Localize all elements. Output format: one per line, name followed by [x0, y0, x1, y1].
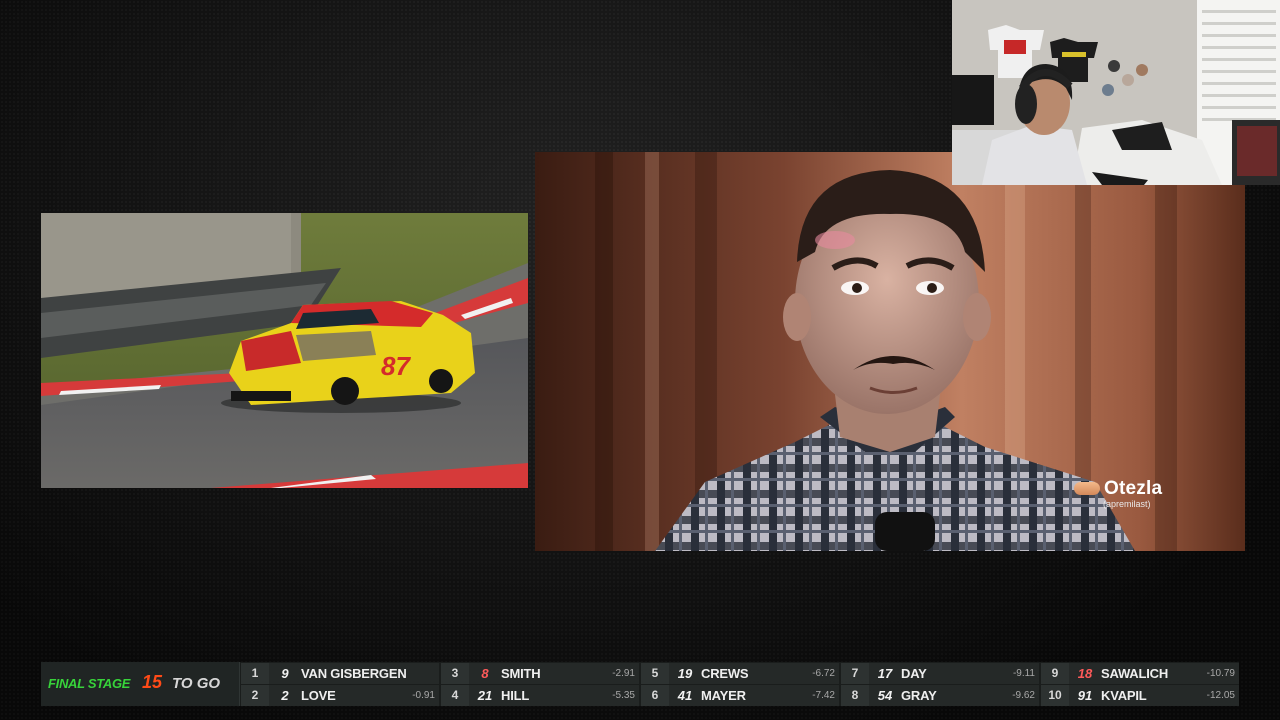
standings-row: 6 41 MAYER -7.42 — [641, 685, 839, 706]
interval: -7.42 — [812, 690, 835, 701]
interval: -9.62 — [1012, 690, 1035, 701]
position: 5 — [641, 663, 669, 684]
standings-row: 8 54 GRAY -9.62 — [841, 685, 1039, 706]
ad-brand: Otezla — [1104, 478, 1163, 499]
position: 1 — [241, 663, 269, 684]
stage-label: FINAL STAGE — [48, 676, 131, 691]
standings-column: 7 17 DAY -9.11 8 54 GRAY -9.62 — [841, 662, 1039, 706]
ad-brand-subtitle: (apremilast) — [1103, 499, 1151, 509]
interval: -2.91 — [612, 668, 635, 679]
interval: -9.11 — [1012, 668, 1035, 679]
position: 6 — [641, 685, 669, 706]
interval: -0.91 — [412, 690, 435, 701]
driver-name: VAN GISBERGEN — [301, 666, 407, 681]
position: 8 — [841, 685, 869, 706]
leaderboard-ticker: FINAL STAGE 15 TO GO 1 9 VAN GISBERGEN 2… — [41, 662, 1239, 706]
position: 7 — [841, 663, 869, 684]
otezla-logo: Otezla — [1074, 479, 1162, 498]
car-number: 21 — [477, 688, 493, 703]
position: 10 — [1041, 685, 1069, 706]
driver-name: DAY — [901, 666, 927, 681]
interval: -12.05 — [1206, 690, 1235, 701]
position: 3 — [441, 663, 469, 684]
position: 9 — [1041, 663, 1069, 684]
car-number: 17 — [877, 666, 893, 681]
car-number: 9 — [281, 666, 289, 681]
webcam-overlay — [952, 0, 1280, 185]
standings-row: 1 9 VAN GISBERGEN — [241, 663, 439, 684]
position: 2 — [241, 685, 269, 706]
car-number: 2 — [281, 688, 289, 703]
driver-name: HILL — [501, 688, 530, 703]
driver-name: MAYER — [701, 688, 746, 703]
standings-column: 3 8 SMITH -2.91 4 21 HILL -5.35 — [441, 662, 639, 706]
car-number: 19 — [677, 666, 693, 681]
pill-icon — [1074, 482, 1100, 495]
driver-name: LOVE — [301, 688, 336, 703]
standings-row: 7 17 DAY -9.11 — [841, 663, 1039, 684]
laps-to-go-count: 15 — [142, 672, 163, 692]
webcam-scene — [952, 0, 1280, 185]
driver-name: SMITH — [501, 666, 541, 681]
race-scene: 87 — [41, 213, 528, 488]
driver-name: GRAY — [901, 688, 937, 703]
car-number: 8 — [481, 666, 489, 681]
stage-panel: FINAL STAGE 15 TO GO — [41, 662, 240, 706]
standings-row: 4 21 HILL -5.35 — [441, 685, 639, 706]
car-number: 41 — [677, 688, 693, 703]
driver-name: KVAPIL — [1101, 688, 1147, 703]
race-car-number: 87 — [381, 351, 411, 381]
standings-column: 1 9 VAN GISBERGEN 2 2 LOVE -0.91 — [241, 662, 439, 706]
standings-row: 5 19 CREWS -6.72 — [641, 663, 839, 684]
laps-to-go-label: TO GO — [172, 675, 221, 692]
race-video-feed[interactable]: 87 — [41, 213, 528, 488]
position: 4 — [441, 685, 469, 706]
interval: -10.79 — [1206, 668, 1235, 679]
standings-row: 10 91 KVAPIL -12.05 — [1041, 685, 1239, 706]
driver-name: CREWS — [701, 666, 749, 681]
car-number: 18 — [1077, 666, 1093, 681]
car-number: 91 — [1077, 688, 1093, 703]
driver-name: SAWALICH — [1101, 666, 1169, 681]
standings-column: 9 18 SAWALICH -10.79 10 91 KVAPIL -12.05 — [1041, 662, 1239, 706]
interval: -5.35 — [612, 690, 635, 701]
standings-row: 9 18 SAWALICH -10.79 — [1041, 663, 1239, 684]
standings-row: 3 8 SMITH -2.91 — [441, 663, 639, 684]
interval: -6.72 — [812, 668, 835, 679]
car-number: 54 — [877, 688, 893, 703]
standings-column: 5 19 CREWS -6.72 6 41 MAYER -7.42 — [641, 662, 839, 706]
standings-row: 2 2 LOVE -0.91 — [241, 685, 439, 706]
